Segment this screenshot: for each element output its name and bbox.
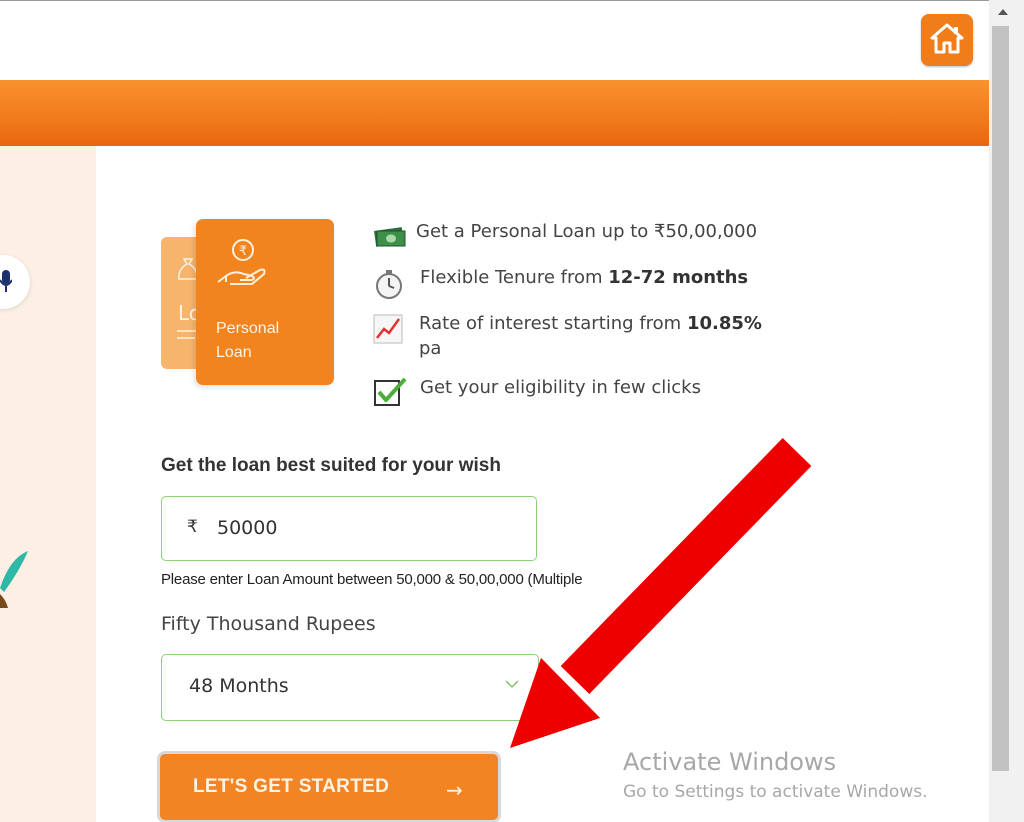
home-button[interactable] [921, 14, 973, 66]
feature-text-continued: pa [419, 338, 442, 359]
scrollbar-thumb[interactable] [992, 26, 1009, 771]
leaf-decoration-icon [0, 551, 28, 608]
microphone-icon [0, 270, 12, 292]
loan-amount-field[interactable]: ₹ [161, 496, 537, 561]
left-side-panel [0, 146, 96, 822]
card-back-text-line [177, 337, 195, 339]
feature-text: Rate of interest starting from 10.85% [419, 313, 762, 334]
feature-text: Get a Personal Loan up to ₹50,00,000 [416, 221, 758, 242]
stopwatch-icon [376, 270, 402, 299]
loan-amount-input[interactable] [217, 513, 517, 543]
growth-chart-icon [373, 314, 403, 344]
personal-loan-label: Personal Loan [216, 320, 280, 361]
watermark-subtitle: Go to Settings to activate Windows. [623, 782, 928, 802]
header-banner [0, 80, 989, 146]
feature-text: Get your eligibility in few clicks [420, 377, 701, 398]
arrow-right-icon: → [446, 778, 463, 802]
cash-icon [374, 227, 406, 247]
get-started-button[interactable]: LET'S GET STARTED → [160, 754, 498, 820]
svg-text:₹: ₹ [239, 244, 247, 259]
window-top-border [0, 0, 1024, 1]
checklist-icon [374, 377, 407, 406]
tenure-value: 48 Months [189, 675, 289, 697]
currency-symbol: ₹ [187, 517, 198, 537]
red-annotation-arrow-icon [510, 438, 812, 748]
tenure-select[interactable]: 48 Months [161, 654, 539, 721]
hand-coin-icon: ₹ [217, 239, 266, 285]
activate-windows-watermark: Activate Windows Go to Settings to activ… [623, 748, 928, 802]
scroll-up-icon[interactable] [997, 8, 1009, 16]
personal-loan-card[interactable]: ₹ Personal Loan [196, 219, 334, 385]
watermark-title: Activate Windows [623, 748, 837, 776]
get-started-label: LET'S GET STARTED [193, 776, 390, 797]
feature-highlight: 12-72 months [608, 267, 749, 288]
form-title: Get the loan best suited for your wish [161, 455, 501, 476]
amount-in-words: Fifty Thousand Rupees [161, 613, 376, 635]
feature-highlight: 10.85% [686, 313, 762, 334]
feature-text: Flexible Tenure from 12-72 months [420, 267, 749, 288]
home-icon [930, 23, 964, 54]
